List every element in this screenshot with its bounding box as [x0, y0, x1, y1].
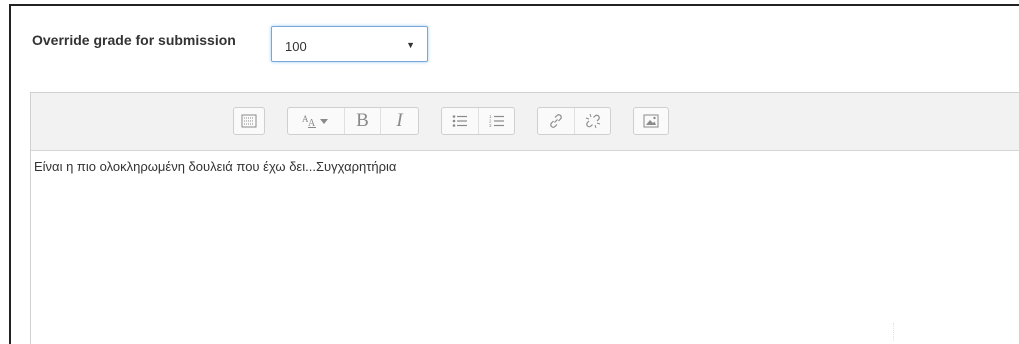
grade-override-select[interactable]: 100 ▼ — [271, 26, 428, 62]
feedback-text: Είναι η πιο ολοκληρωμένη δουλειά που έχω… — [34, 159, 397, 174]
toolbar-group-lists: 1 2 3 — [441, 107, 515, 135]
font-style-button[interactable]: A A — [288, 108, 344, 134]
toolbar-toggle-icon — [241, 114, 257, 128]
unordered-list-button[interactable] — [442, 108, 478, 134]
grade-override-label: Override grade for submission — [32, 32, 236, 48]
link-button[interactable] — [538, 108, 574, 134]
insert-image-button[interactable] — [634, 108, 668, 134]
grade-selected-value: 100 — [285, 39, 307, 54]
italic-button[interactable]: I — [380, 108, 418, 134]
link-icon — [548, 113, 564, 129]
toolbar-group-links — [537, 107, 611, 135]
editor-content-area[interactable]: Είναι η πιο ολοκληρωμένη δουλειά που έχω… — [31, 159, 1019, 344]
assignment-feedback-panel: Override grade for submission 100 ▼ A A … — [9, 4, 1019, 344]
feedback-editor: A A B I 1 2 3 Είναι η πιο ολοκληρωμένη δ… — [30, 92, 1019, 344]
chevron-down-icon: ▼ — [406, 40, 415, 50]
toolbar-group-toggle — [233, 107, 265, 135]
toolbar-group-text-style: A A B I — [287, 107, 419, 135]
unlink-icon — [585, 113, 601, 129]
unordered-list-icon — [452, 114, 468, 128]
font-style-icon: A A — [301, 113, 331, 129]
ordered-list-button[interactable]: 1 2 3 — [478, 108, 514, 134]
ordered-list-icon: 1 2 3 — [489, 114, 505, 128]
svg-text:3: 3 — [489, 123, 492, 128]
editor-resize-guide — [893, 323, 895, 341]
bold-button[interactable]: B — [344, 108, 380, 134]
italic-icon: I — [396, 110, 403, 131]
image-icon — [643, 114, 659, 128]
toolbar-group-media — [633, 107, 669, 135]
bold-icon: B — [356, 110, 369, 131]
toolbar-toggle-button[interactable] — [234, 108, 264, 134]
unlink-button[interactable] — [574, 108, 610, 134]
editor-toolbar: A A B I 1 2 3 — [31, 93, 1019, 151]
